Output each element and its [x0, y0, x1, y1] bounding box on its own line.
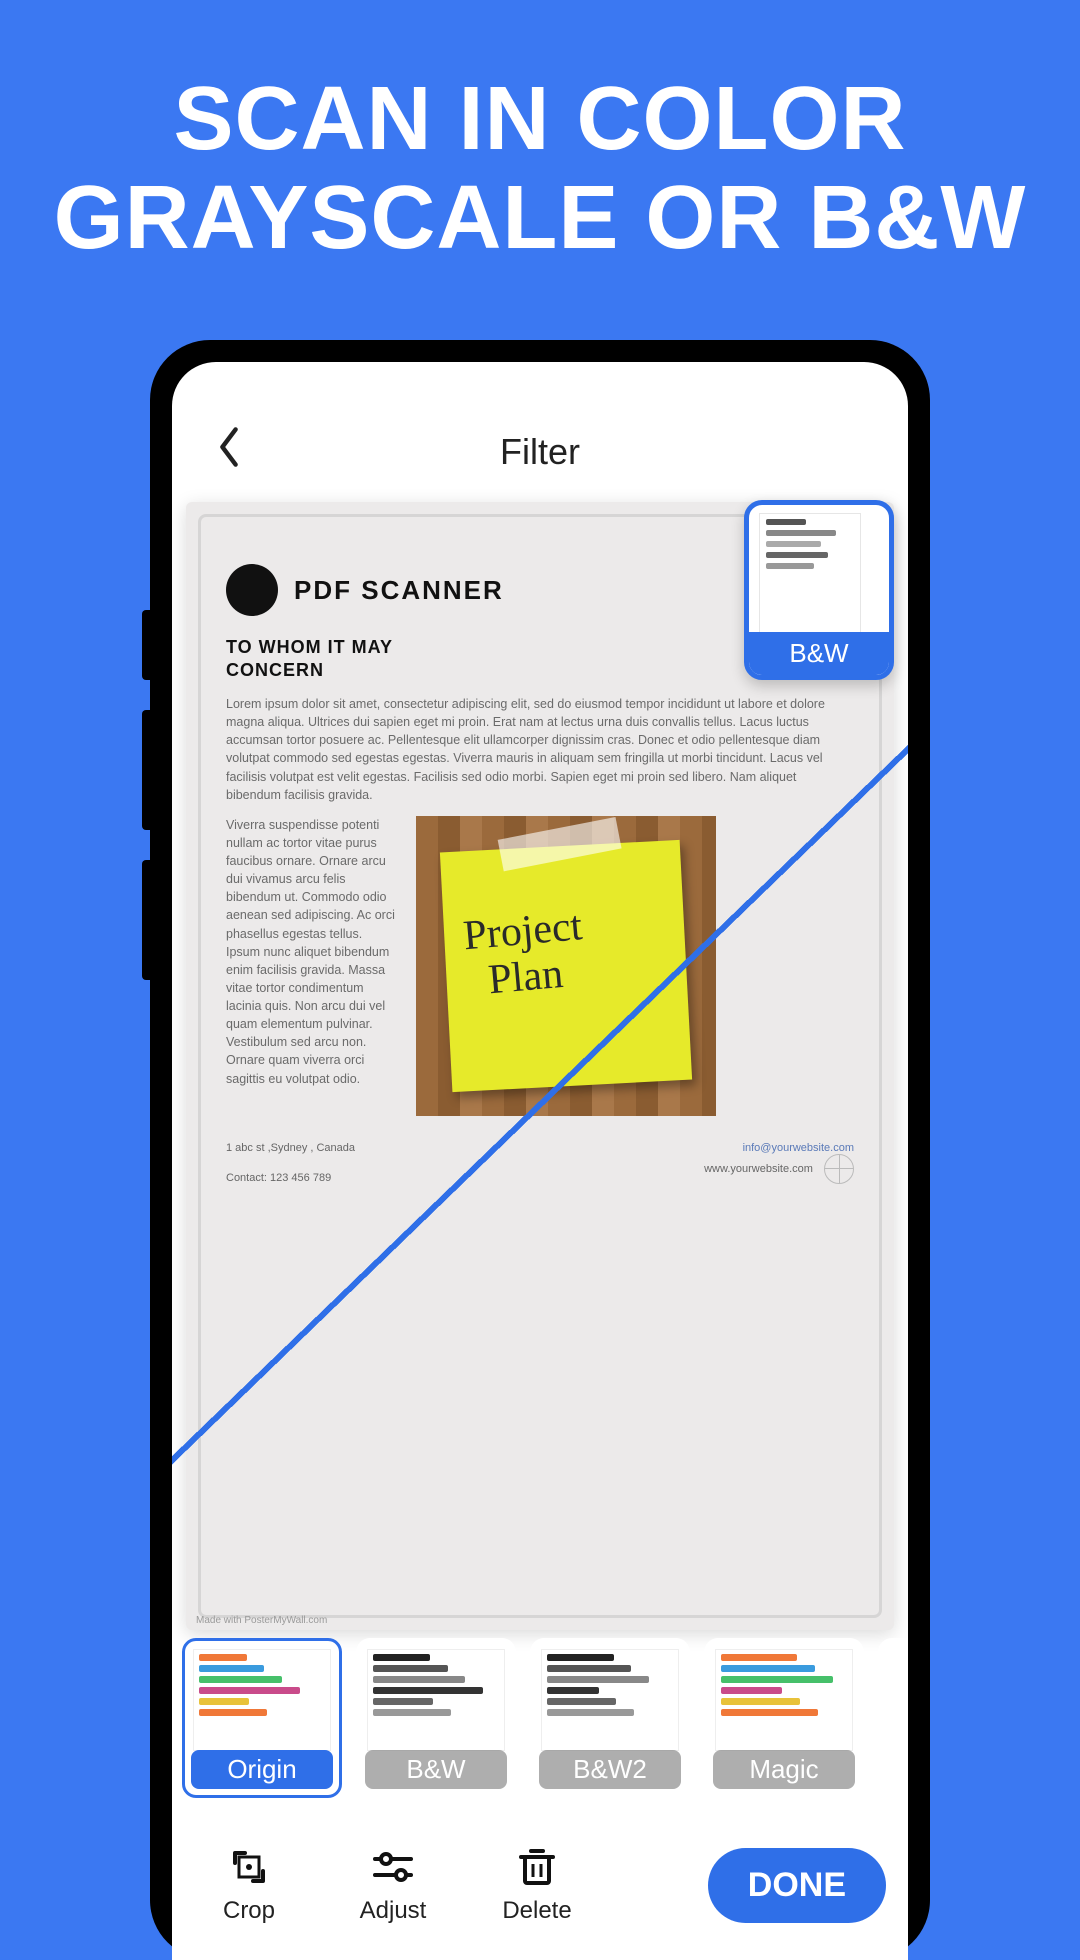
document-web-block: info@yourwebsite.com www.yourwebsite.com [704, 1142, 854, 1184]
promo-line1: SCAN IN COLOR [0, 70, 1080, 169]
document-address: 1 abc st ,Sydney , Canada [226, 1142, 355, 1154]
document-photo: Project Plan [416, 816, 716, 1116]
filter-thumb [367, 1649, 505, 1751]
filter-thumb [193, 1649, 331, 1751]
crop-label: Crop [223, 1897, 275, 1925]
filter-preview-chip[interactable]: B&W [744, 500, 894, 680]
document-salutation: TO WHOM IT MAY CONCERN [226, 636, 486, 681]
done-button[interactable]: DONE [708, 1848, 886, 1923]
filter-chip-thumb [759, 513, 861, 633]
document-website: www.yourwebsite.com [704, 1154, 854, 1184]
delete-button[interactable]: Delete [482, 1845, 592, 1925]
filter-option-label: Magic [713, 1750, 855, 1789]
topbar: Filter [172, 412, 908, 492]
filter-option-label: Origin [191, 1750, 333, 1789]
promo-headlines: SCAN IN COLOR GRAYSCALE OR B&W [0, 70, 1080, 268]
crop-button[interactable]: Crop [194, 1845, 304, 1925]
adjust-button[interactable]: Adjust [338, 1845, 448, 1925]
filter-option-label: B&W2 [539, 1750, 681, 1789]
trash-icon [515, 1845, 559, 1889]
document-email: info@yourwebsite.com [704, 1142, 854, 1154]
document-brand: PDF SCANNER [294, 575, 504, 606]
phone-side-button [142, 610, 150, 680]
document-made-with: Made with PosterMyWall.com [196, 1615, 327, 1626]
sticky-note: Project Plan [440, 840, 692, 1092]
filter-chip-label: B&W [749, 632, 889, 675]
app-screen: Filter PDF SCANNER TO WHOM IT MAY CONCER… [172, 362, 908, 1960]
filter-thumb [541, 1649, 679, 1751]
filter-thumb [715, 1649, 853, 1751]
delete-label: Delete [502, 1897, 571, 1925]
crop-icon [227, 1845, 271, 1889]
filter-option-origin[interactable]: Origin [182, 1638, 342, 1798]
document-row: Viverra suspendisse potenti nullam ac to… [226, 816, 854, 1116]
chevron-left-icon [214, 425, 244, 469]
filter-strip[interactable]: Origin B&W B&W2 Magic [172, 1630, 908, 1810]
document-logo-icon [226, 564, 278, 616]
filter-option-more[interactable] [878, 1638, 908, 1798]
phone-frame: Filter PDF SCANNER TO WHOM IT MAY CONCER… [150, 340, 930, 1960]
filter-option-label: B&W [365, 1750, 507, 1789]
document-contact-block: 1 abc st ,Sydney , Canada Contact: 123 4… [226, 1142, 355, 1184]
phone-side-button [142, 860, 150, 980]
sticky-text: Project Plan [462, 903, 589, 1005]
bottom-toolbar: Crop Adjust [172, 1810, 908, 1960]
document-contact: Contact: 123 456 789 [226, 1172, 355, 1184]
filter-option-b&w2[interactable]: B&W2 [530, 1638, 690, 1798]
adjust-label: Adjust [360, 1897, 427, 1925]
promo-line2: GRAYSCALE OR B&W [0, 169, 1080, 268]
globe-icon [824, 1154, 854, 1184]
phone-side-button [142, 710, 150, 830]
document-paragraph: Viverra suspendisse potenti nullam ac to… [226, 816, 396, 1104]
filter-option-b&w[interactable]: B&W [356, 1638, 516, 1798]
page-title: Filter [172, 431, 908, 473]
adjust-icon [371, 1845, 415, 1889]
back-button[interactable] [202, 417, 256, 488]
document-paragraph: Lorem ipsum dolor sit amet, consectetur … [226, 695, 854, 804]
document-footer: 1 abc st ,Sydney , Canada Contact: 123 4… [226, 1142, 854, 1184]
filter-option-magic[interactable]: Magic [704, 1638, 864, 1798]
document-preview-area: PDF SCANNER TO WHOM IT MAY CONCERN Lorem… [172, 492, 908, 1630]
